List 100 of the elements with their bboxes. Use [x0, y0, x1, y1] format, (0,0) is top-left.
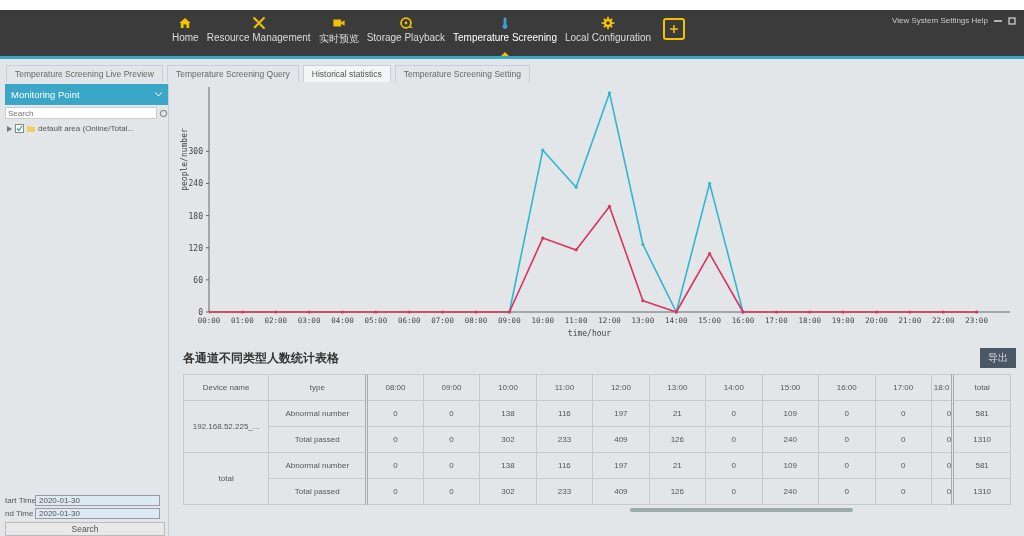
- table-cell: 0: [366, 400, 424, 427]
- table-cell: 109: [762, 452, 819, 479]
- y-tick-label: 180: [188, 211, 203, 221]
- column-header: 12:00: [592, 374, 650, 401]
- table-cell: 302: [479, 478, 537, 505]
- date-field[interactable]: 2020-01-30: [35, 508, 160, 519]
- field-label: tart Time: [5, 496, 33, 505]
- table-cell: 21: [649, 452, 706, 479]
- table-cell: 109: [762, 400, 819, 427]
- column-header: 10:00: [479, 374, 537, 401]
- search-field[interactable]: Search: [5, 107, 157, 119]
- nav-item[interactable]: Storage Playback: [362, 10, 450, 50]
- table-cell: total: [183, 452, 269, 505]
- maximize-icon[interactable]: [1008, 16, 1016, 25]
- table-cell: 0: [875, 478, 932, 505]
- folder-icon: [27, 125, 35, 132]
- column-header: type: [268, 374, 367, 401]
- table-cell: 126: [649, 426, 706, 453]
- tab[interactable]: Temperature Screening Query: [166, 65, 299, 82]
- table-cell: 0: [875, 452, 932, 479]
- gear-icon: [601, 16, 616, 30]
- table-cell: 138: [479, 400, 537, 427]
- home-icon: [178, 16, 193, 30]
- column-header: 14:00: [705, 374, 763, 401]
- y-tick-label: 0: [198, 308, 203, 317]
- reel-icon: [398, 16, 413, 30]
- system-menu[interactable]: View System Settings Help: [892, 16, 988, 25]
- table-cell: 302: [479, 426, 537, 453]
- export-button[interactable]: 导出: [980, 348, 1016, 368]
- scrollbar-thumb[interactable]: [630, 508, 854, 512]
- column-header: 15:00: [762, 374, 819, 401]
- column-header: 09:00: [423, 374, 480, 401]
- table-cell: 0: [875, 426, 932, 453]
- table-cell: 0: [818, 426, 875, 453]
- table-cell: 1310: [952, 478, 1011, 505]
- search-icon[interactable]: [159, 108, 168, 118]
- field-label: nd Time: [5, 509, 33, 518]
- table-cell: 233: [536, 426, 593, 453]
- table-cell: 21: [649, 400, 706, 427]
- table-cell: 0: [818, 452, 875, 479]
- table-cell: 0: [423, 452, 480, 479]
- table-cell: 126: [649, 478, 706, 505]
- table-cell: 233: [536, 478, 593, 505]
- table-cell: 581: [952, 452, 1011, 479]
- table-cell: 138: [479, 452, 537, 479]
- nav-item[interactable]: Local Configuration: [561, 10, 656, 50]
- plus-icon: [669, 24, 680, 34]
- column-header: 13:00: [649, 374, 706, 401]
- table-cell: 0: [423, 426, 480, 453]
- tree-item[interactable]: default area (Online/Total...: [38, 124, 135, 133]
- table-cell: 0: [423, 478, 480, 505]
- table-cell: 581: [952, 400, 1011, 427]
- table-cell: 240: [762, 478, 819, 505]
- x-axis-title: time/hour: [567, 329, 612, 338]
- tab[interactable]: Temperature Screening Setting: [394, 65, 530, 82]
- y-tick-label: 300: [188, 147, 203, 157]
- table-cell: 0: [705, 426, 763, 453]
- column-header: 17:00: [875, 374, 932, 401]
- table-cell: 0: [705, 478, 763, 505]
- table-cell: 0: [818, 400, 875, 427]
- table-cell: 0: [366, 478, 424, 505]
- table-cell: 197: [592, 400, 650, 427]
- tab[interactable]: Historical statistics: [302, 65, 391, 82]
- chevron-icon[interactable]: [155, 92, 162, 97]
- y-axis-title: people/number: [180, 128, 189, 191]
- y-tick-label: 240: [188, 179, 203, 189]
- nav-item[interactable]: Home: [168, 10, 203, 50]
- table-cell: 409: [592, 478, 650, 505]
- column-header: total: [952, 374, 1011, 401]
- table-cell: 197: [592, 452, 650, 479]
- table-cell: 0: [366, 426, 424, 453]
- tab[interactable]: Temperature Screening Live Preview: [6, 65, 163, 82]
- table-cell: 0: [875, 400, 932, 427]
- table-cell: 0: [366, 452, 424, 479]
- table-cell: 192.168.52.225_...: [183, 400, 269, 453]
- column-header: Device name: [183, 374, 269, 401]
- table-cell: 240: [762, 426, 819, 453]
- expand-arrow-icon[interactable]: [7, 125, 12, 132]
- table-cell: 0: [705, 452, 763, 479]
- y-tick-label: 60: [193, 275, 203, 285]
- table-title: 各通道不同类型人数统计表格: [183, 349, 339, 367]
- search-button[interactable]: Search: [5, 522, 165, 536]
- nav-item[interactable]: Resource Management: [202, 10, 315, 50]
- column-header: 11:00: [536, 374, 593, 401]
- table-cell: 116: [536, 452, 593, 479]
- table-cell: 1310: [952, 426, 1011, 453]
- column-header: 08:00: [366, 374, 424, 401]
- table-cell: 0: [705, 400, 763, 427]
- panel-title: Monitoring Point: [11, 89, 80, 100]
- y-tick-label: 120: [188, 243, 203, 253]
- table-cell: 409: [592, 426, 650, 453]
- column-header: 16:00: [818, 374, 875, 401]
- table-cell: 0: [423, 400, 480, 427]
- checkbox[interactable]: [15, 124, 24, 133]
- add-button[interactable]: [663, 18, 686, 40]
- column-header: 18:0: [931, 374, 953, 401]
- table-cell: 0: [818, 478, 875, 505]
- date-field[interactable]: 2020-01-30: [35, 495, 160, 506]
- table-cell: 116: [536, 400, 593, 427]
- nav-item[interactable]: 实时预览: [314, 10, 363, 50]
